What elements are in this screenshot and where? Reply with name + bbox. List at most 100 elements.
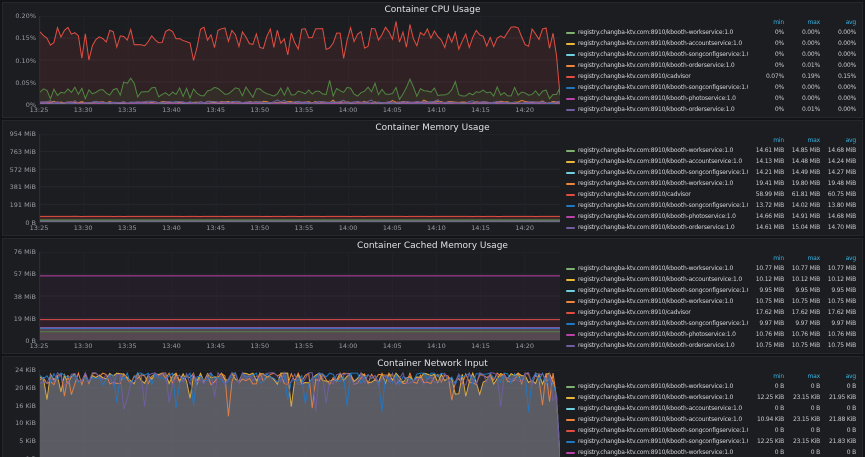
series-max-value: 0 B bbox=[784, 449, 820, 456]
series-color-swatch[interactable] bbox=[566, 279, 575, 281]
legend-sort-avg[interactable]: avg bbox=[820, 373, 856, 380]
series-name[interactable]: registry.changba-ktv.com:8910/kbooth-ord… bbox=[578, 342, 748, 349]
series-color-swatch[interactable] bbox=[566, 419, 575, 421]
legend-row: registry.changba-ktv.com:8910/kbooth-acc… bbox=[566, 38, 856, 49]
legend-sort-min[interactable]: min bbox=[748, 19, 784, 26]
legend-sort-max[interactable]: max bbox=[784, 137, 820, 144]
legend-sort-avg[interactable]: avg bbox=[820, 19, 856, 26]
series-max-value: 14.02 MiB bbox=[784, 202, 820, 209]
panel-title[interactable]: Container Memory Usage bbox=[3, 121, 862, 134]
series-color-swatch[interactable] bbox=[566, 54, 575, 56]
series-color-swatch[interactable] bbox=[566, 452, 575, 454]
series-min-value: 14.61 MiB bbox=[748, 224, 784, 231]
series-name[interactable]: registry.changba-ktv.com:8910/kbooth-son… bbox=[578, 427, 748, 434]
series-color-swatch[interactable] bbox=[566, 150, 575, 152]
series-color-swatch[interactable] bbox=[566, 98, 575, 100]
series-name[interactable]: registry.changba-ktv.com:8910/kbooth-wor… bbox=[578, 298, 748, 305]
series-avg-value: 14.70 MiB bbox=[820, 224, 856, 231]
legend-sort-max[interactable]: max bbox=[784, 373, 820, 380]
legend-sort-min[interactable]: min bbox=[748, 373, 784, 380]
series-name[interactable]: registry.changba-ktv.com:8910/kbooth-pho… bbox=[578, 95, 748, 102]
time-series-plot[interactable] bbox=[40, 16, 560, 104]
series-color-swatch[interactable] bbox=[566, 397, 575, 399]
series-name[interactable]: registry.changba-ktv.com:8910/kbooth-wor… bbox=[578, 180, 748, 187]
series-color-swatch[interactable] bbox=[566, 161, 575, 163]
x-tick-label: 14:00 bbox=[339, 342, 358, 350]
series-min-value: 0% bbox=[748, 106, 784, 113]
series-color-swatch[interactable] bbox=[566, 65, 575, 67]
series-name[interactable]: registry.changba-ktv.com:8910/kbooth-acc… bbox=[578, 276, 748, 283]
series-color-swatch[interactable] bbox=[566, 430, 575, 432]
series-color-swatch[interactable] bbox=[566, 227, 575, 229]
series-name[interactable]: registry.changba-ktv.com:8910/kbooth-acc… bbox=[578, 158, 748, 165]
series-name[interactable]: registry.changba-ktv.com:8910/kbooth-ord… bbox=[578, 224, 748, 231]
legend-row: registry.changba-ktv.com:8910/kbooth-pho… bbox=[566, 211, 856, 222]
series-name[interactable]: registry.changba-ktv.com:8910/kbooth-son… bbox=[578, 438, 748, 445]
series-name[interactable]: registry.changba-ktv.com:8910/kbooth-pho… bbox=[578, 331, 748, 338]
series-min-value: 10.12 MiB bbox=[748, 276, 784, 283]
legend-sort-min[interactable]: min bbox=[748, 137, 784, 144]
legend-sort-min[interactable]: min bbox=[748, 255, 784, 262]
panel-title[interactable]: Container CPU Usage bbox=[3, 3, 862, 16]
series-color-swatch[interactable] bbox=[566, 172, 575, 174]
y-axis-labels: 24 KiB20 KiB16 KiB10 KiB5 KiB0 B bbox=[5, 370, 36, 457]
series-color-swatch[interactable] bbox=[566, 194, 575, 196]
series-name[interactable]: registry.changba-ktv.com:8910/kbooth-ord… bbox=[578, 106, 748, 113]
series-name[interactable]: registry.changba-ktv.com:8910/kbooth-pho… bbox=[578, 213, 748, 220]
series-name[interactable]: registry.changba-ktv.com:8910/kbooth-wor… bbox=[578, 147, 748, 154]
series-color-swatch[interactable] bbox=[566, 290, 575, 292]
time-series-plot[interactable] bbox=[40, 370, 560, 457]
series-name[interactable]: registry.changba-ktv.com:8910/kbooth-wor… bbox=[578, 29, 748, 36]
series-name[interactable]: registry.changba-ktv.com:8910/cadvisor bbox=[578, 191, 748, 198]
series-name[interactable]: registry.changba-ktv.com:8910/kbooth-acc… bbox=[578, 416, 748, 423]
series-name[interactable]: registry.changba-ktv.com:8910/kbooth-acc… bbox=[578, 40, 748, 47]
series-color-swatch[interactable] bbox=[566, 109, 575, 111]
series-color-swatch[interactable] bbox=[566, 76, 575, 78]
series-color-swatch[interactable] bbox=[566, 268, 575, 270]
legend-row: registry.changba-ktv.com:8910/kbooth-son… bbox=[566, 49, 856, 60]
time-series-plot[interactable] bbox=[40, 252, 560, 340]
series-name[interactable]: registry.changba-ktv.com:8910/kbooth-wor… bbox=[578, 265, 748, 272]
series-color-swatch[interactable] bbox=[566, 334, 575, 336]
series-color-swatch[interactable] bbox=[566, 312, 575, 314]
series-name[interactable]: registry.changba-ktv.com:8910/kbooth-wor… bbox=[578, 383, 748, 390]
series-color-swatch[interactable] bbox=[566, 441, 575, 443]
series-name[interactable]: registry.changba-ktv.com:8910/kbooth-son… bbox=[578, 84, 748, 91]
series-name[interactable]: registry.changba-ktv.com:8910/kbooth-ord… bbox=[578, 62, 748, 69]
series-name[interactable]: registry.changba-ktv.com:8910/kbooth-wor… bbox=[578, 394, 748, 401]
y-tick-label: 38 MiB bbox=[14, 293, 36, 301]
series-name[interactable]: registry.changba-ktv.com:8910/kbooth-son… bbox=[578, 51, 748, 58]
series-color-swatch[interactable] bbox=[566, 408, 575, 410]
legend-row: registry.changba-ktv.com:8910/kbooth-son… bbox=[566, 436, 856, 447]
series-name[interactable]: registry.changba-ktv.com:8910/kbooth-wor… bbox=[578, 449, 748, 456]
series-color-swatch[interactable] bbox=[566, 87, 575, 89]
series-color-swatch[interactable] bbox=[566, 386, 575, 388]
series-color-swatch[interactable] bbox=[566, 183, 575, 185]
series-color-swatch[interactable] bbox=[566, 345, 575, 347]
y-tick-label: 0.20% bbox=[15, 12, 36, 20]
legend-sort-max[interactable]: max bbox=[784, 255, 820, 262]
series-color-swatch[interactable] bbox=[566, 43, 575, 45]
series-name[interactable]: registry.changba-ktv.com:8910/kbooth-son… bbox=[578, 287, 748, 294]
series-name[interactable]: registry.changba-ktv.com:8910/cadvisor bbox=[578, 73, 748, 80]
series-name[interactable]: registry.changba-ktv.com:8910/kbooth-son… bbox=[578, 169, 748, 176]
series-name[interactable]: registry.changba-ktv.com:8910/kbooth-acc… bbox=[578, 405, 748, 412]
series-color-swatch[interactable] bbox=[566, 323, 575, 325]
panel-title[interactable]: Container Cached Memory Usage bbox=[3, 239, 862, 252]
legend-row: registry.changba-ktv.com:8910/kbooth-son… bbox=[566, 167, 856, 178]
series-color-swatch[interactable] bbox=[566, 216, 575, 218]
panel-title[interactable]: Container Network Input bbox=[3, 357, 862, 370]
legend-sort-max[interactable]: max bbox=[784, 19, 820, 26]
legend-sort-avg[interactable]: avg bbox=[820, 137, 856, 144]
x-tick-label: 13:50 bbox=[250, 106, 269, 114]
series-color-swatch[interactable] bbox=[566, 205, 575, 207]
x-tick-label: 13:40 bbox=[162, 224, 181, 232]
time-series-plot[interactable] bbox=[40, 134, 560, 222]
series-name[interactable]: registry.changba-ktv.com:8910/kbooth-son… bbox=[578, 320, 748, 327]
series-name[interactable]: registry.changba-ktv.com:8910/cadvisor bbox=[578, 309, 748, 316]
series-name[interactable]: registry.changba-ktv.com:8910/kbooth-son… bbox=[578, 202, 748, 209]
series-color-swatch[interactable] bbox=[566, 301, 575, 303]
legend-sort-avg[interactable]: avg bbox=[820, 255, 856, 262]
series-color-swatch[interactable] bbox=[566, 32, 575, 34]
series-max-value: 14.91 MiB bbox=[784, 213, 820, 220]
